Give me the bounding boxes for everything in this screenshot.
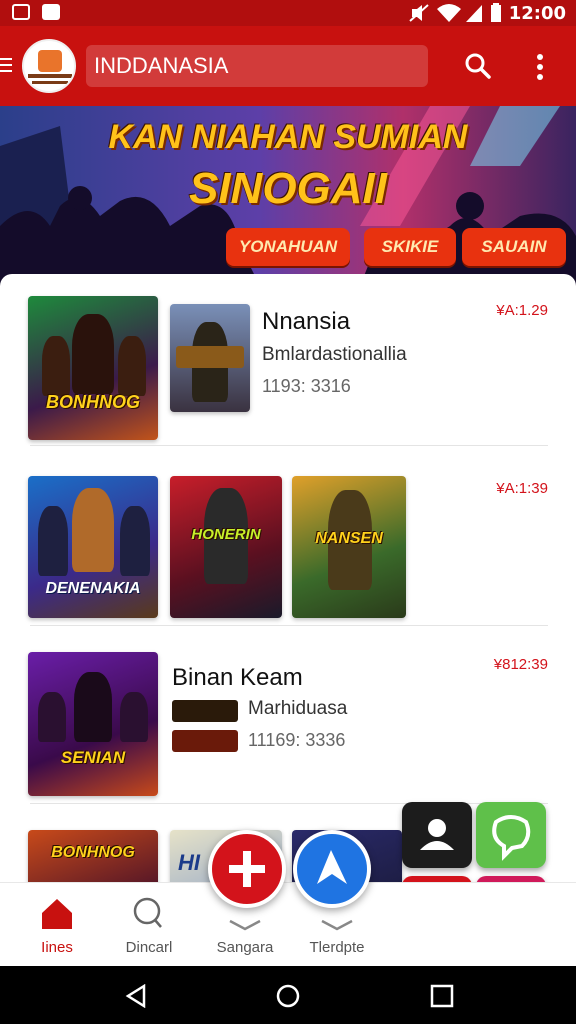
mute-icon [409, 4, 429, 22]
add-button[interactable] [208, 830, 286, 908]
game-price: ¥A:1:39 [496, 480, 548, 497]
game-thumbnail[interactable]: BONHNOG [28, 296, 158, 440]
status-bar: 12:00 [0, 0, 576, 26]
status-time: 12:00 [508, 3, 566, 24]
user-icon [420, 819, 454, 850]
list-item[interactable]: BONHNOG Nnansia Bmlardastionallia 1193: … [0, 274, 576, 446]
wifi-icon [437, 4, 461, 22]
search-icon [133, 897, 162, 928]
profile-action[interactable] [402, 802, 472, 868]
game-price: ¥A:1.29 [496, 302, 548, 319]
app-bar: INDDANASIA [0, 26, 576, 106]
game-badge [172, 700, 238, 722]
game-meta: 1193: 3316 [262, 376, 351, 396]
banner-headline: KAN NIAHAN SUMIAN [108, 118, 468, 156]
banner-subheadline: SINOGAII [188, 164, 388, 213]
plus-icon [229, 851, 265, 887]
signal-icon [466, 5, 482, 22]
game-badge [172, 730, 238, 752]
game-thumbnail[interactable]: SENIAN [28, 652, 158, 796]
navigate-button[interactable] [293, 830, 371, 908]
game-meta: 11169: 3336 [248, 730, 346, 750]
game-thumbnail[interactable]: DENENAKIA [28, 476, 158, 618]
gallery-icon [42, 4, 60, 20]
banner-chip-2[interactable]: SKIKIE [364, 228, 456, 266]
home-circle-icon[interactable] [276, 984, 300, 1008]
battery-icon [491, 3, 501, 22]
nav-label: Sangara [216, 939, 274, 956]
chat-action[interactable] [476, 802, 546, 868]
notification-icon [12, 4, 30, 20]
nav-label: Tlerdpte [309, 939, 365, 956]
nav-label: Dincarl [125, 939, 173, 956]
recents-icon[interactable] [430, 984, 454, 1008]
game-title: Binan Keam [172, 664, 303, 691]
nav-home[interactable]: Iines [12, 891, 102, 957]
game-thumbnail[interactable]: BONHNOG [28, 830, 158, 882]
list-item[interactable]: SENIAN Binan Keam Marhiduasa 11169: 3336… [0, 626, 576, 804]
nav-discover[interactable]: Dincarl [104, 891, 194, 957]
banner-chip-3[interactable]: SAUAIN [462, 228, 566, 266]
bottom-nav: Iines Dincarl Sangara Tlerdpte [0, 882, 576, 966]
game-subtitle: Marhiduasa [248, 698, 348, 719]
list-item[interactable]: DENENAKIA HONERIN NANSEN ¥A:1:39 [0, 446, 576, 626]
game-thumbnail[interactable]: HONERIN [170, 476, 282, 618]
home-icon [42, 899, 72, 929]
game-subtitle: Bmlardastionallia [262, 344, 407, 365]
game-thumbnail[interactable]: NANSEN [292, 476, 406, 618]
banner-chip-1[interactable]: YONAHUAN [226, 228, 350, 266]
back-icon[interactable] [124, 984, 148, 1008]
search-icon[interactable] [464, 52, 492, 80]
compass-icon [317, 850, 347, 884]
system-navigation [0, 966, 576, 1024]
app-logo[interactable] [22, 39, 76, 93]
chat-icon [492, 815, 531, 861]
app-title[interactable]: INDDANASIA [86, 45, 428, 87]
game-list: BONHNOG Nnansia Bmlardastionallia 1193: … [0, 274, 576, 882]
nav-label: Iines [41, 939, 73, 956]
game-thumbnail[interactable] [170, 304, 250, 412]
game-title: Nnansia [262, 308, 351, 335]
more-options-icon[interactable] [532, 52, 548, 82]
game-price: ¥812:39 [493, 656, 548, 673]
menu-icon[interactable] [0, 58, 12, 72]
promo-banner[interactable]: KAN NIAHAN SUMIAN SINOGAII YONAHUAN SKIK… [0, 106, 576, 286]
